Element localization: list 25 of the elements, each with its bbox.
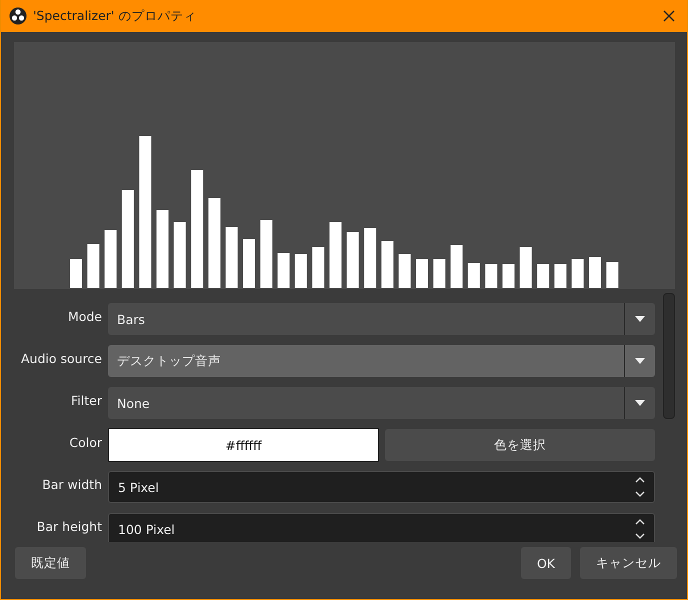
field-label: Bar height <box>36 518 102 534</box>
color-swatch: #ffffff <box>108 428 379 462</box>
spin-arrows-icon[interactable] <box>635 518 645 540</box>
window-title: 'Spectralizer' のプロパティ <box>33 8 198 24</box>
cancel-button[interactable]: キャンセル <box>580 547 677 579</box>
close-icon[interactable] <box>663 10 675 22</box>
caret-icon <box>635 400 645 406</box>
app-logo-icon <box>9 7 27 25</box>
caret-icon <box>635 358 645 364</box>
caret-icon <box>635 316 645 322</box>
ok-button[interactable]: OK <box>520 547 571 579</box>
defaults-button[interactable]: 既定値 <box>15 547 86 579</box>
dropdown[interactable]: None <box>108 387 655 419</box>
field-label: Color <box>68 434 102 450</box>
field-label: Mode <box>66 308 102 324</box>
dropdown[interactable]: Bars <box>108 303 655 335</box>
scrollbar[interactable] <box>663 293 675 419</box>
field-label: Bar width <box>41 476 102 492</box>
spin-box[interactable]: 5 Pixel <box>108 471 655 503</box>
field-label: Audio source <box>20 350 102 366</box>
spin-arrows-icon[interactable] <box>635 476 645 498</box>
spin-box[interactable]: 100 Pixel <box>108 513 655 542</box>
dropdown[interactable]: デスクトップ音声 <box>108 345 655 377</box>
field-label: Filter <box>70 392 102 408</box>
select-color-button[interactable]: 色を選択 <box>385 429 655 461</box>
